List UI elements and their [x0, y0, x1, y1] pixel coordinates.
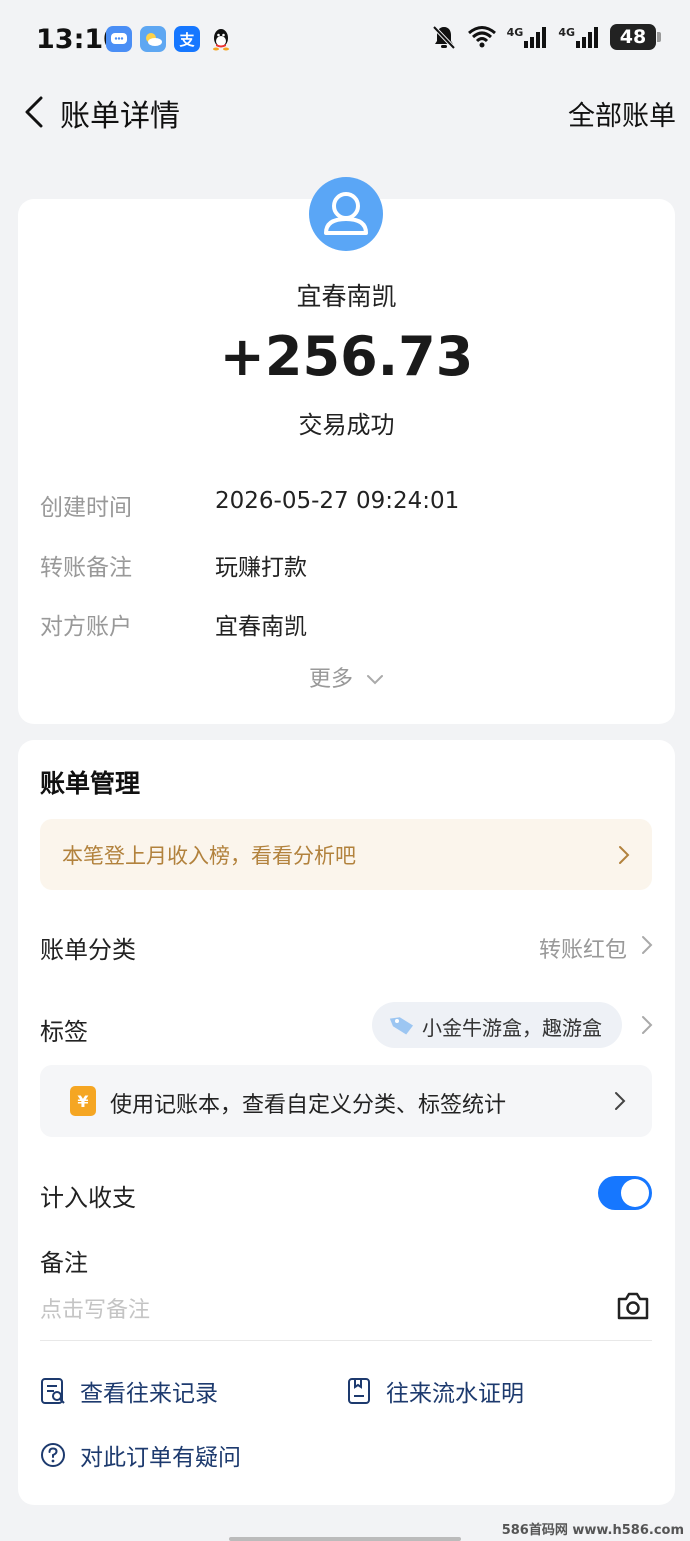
- notification-icons: 支: [106, 26, 234, 52]
- view-history-label: 查看往来记录: [80, 1381, 218, 1407]
- weather-icon: [140, 26, 166, 52]
- category-label: 账单分类: [40, 936, 136, 964]
- signal-bars-icon: [524, 27, 547, 48]
- chevron-right-icon: [642, 936, 653, 954]
- notebook-banner[interactable]: ¥ 使用记账本，查看自定义分类、标签统计: [40, 1065, 652, 1137]
- more-button[interactable]: 更多: [18, 661, 675, 693]
- merchant-name: 宜春南凯: [296, 282, 397, 311]
- flow-proof-label: 往来流水证明: [386, 1381, 524, 1407]
- note-label: 备注: [40, 1249, 88, 1277]
- back-button[interactable]: [14, 92, 54, 132]
- transaction-status: 交易成功: [298, 411, 395, 439]
- signal-2: 4G: [558, 26, 600, 48]
- category-row[interactable]: 账单分类 转账红包: [18, 920, 675, 970]
- order-question-label: 对此订单有疑问: [80, 1445, 241, 1471]
- view-history-link[interactable]: 查看往来记录: [40, 1374, 218, 1408]
- chevron-down-icon: [367, 675, 383, 685]
- promo-text: 本笔登上月收入榜，看看分析吧: [62, 844, 356, 868]
- flow-proof-link[interactable]: 往来流水证明: [346, 1374, 524, 1408]
- chevron-right-icon: [619, 846, 630, 864]
- avatar: [309, 177, 383, 251]
- signal-bars-icon: [576, 27, 598, 48]
- divider: [40, 1340, 652, 1341]
- tag-icon: [389, 1017, 414, 1035]
- watermark: 586首码网 www.h586.com: [501, 1523, 684, 1538]
- signal-1: 4G: [507, 26, 549, 48]
- battery-icon: 48: [610, 24, 661, 50]
- more-label: 更多: [308, 667, 353, 692]
- order-question-link[interactable]: 对此订单有疑问: [40, 1438, 241, 1472]
- network-type-label: 4G: [506, 26, 524, 39]
- page-title: 账单详情: [60, 99, 180, 134]
- mute-bell-icon: [432, 25, 456, 50]
- status-bar: 13:10 支 4G 4G 48: [0, 0, 690, 80]
- question-icon: [41, 1443, 65, 1467]
- detail-value: 玩赚打款: [215, 555, 307, 581]
- notebook-icon: ¥: [70, 1086, 96, 1116]
- network-type-label: 4G: [558, 26, 575, 39]
- chevron-right-icon: [615, 1092, 626, 1110]
- all-bills-link[interactable]: 全部账单: [568, 94, 676, 133]
- toggle-knob: [621, 1179, 649, 1207]
- document-icon: [348, 1378, 370, 1404]
- note-input[interactable]: 点击写备注: [40, 1292, 150, 1324]
- income-rank-banner[interactable]: 本笔登上月收入榜，看看分析吧: [40, 819, 652, 890]
- detail-label: 创建时间: [40, 495, 132, 521]
- detail-label: 对方账户: [40, 614, 132, 640]
- back-arrow-icon: [25, 96, 43, 128]
- tag-value: 小金牛游盒，趣游盒: [422, 1016, 602, 1040]
- alipay-icon: 支: [174, 26, 200, 52]
- tag-pill[interactable]: 小金牛游盒，趣游盒: [372, 1002, 622, 1048]
- records-icon: [41, 1378, 65, 1404]
- bill-management-card: 账单管理 本笔登上月收入榜，看看分析吧 账单分类 转账红包 标签 小金牛游盒，趣…: [18, 740, 675, 1505]
- wifi-icon: [467, 26, 496, 48]
- tag-label: 标签: [40, 1018, 88, 1046]
- count-in-budget-label: 计入收支: [40, 1184, 136, 1212]
- transaction-card: 宜春南凯 +256.73 交易成功 创建时间 2026-05-27 09:24:…: [18, 177, 675, 724]
- detail-label: 转账备注: [40, 555, 132, 581]
- camera-icon[interactable]: [616, 1291, 650, 1321]
- detail-value: 2026-05-27 09:24:01: [215, 488, 460, 514]
- chevron-right-icon: [642, 1016, 653, 1034]
- category-value: 转账红包: [538, 938, 627, 963]
- system-status-icons: 4G 4G 48: [431, 24, 661, 50]
- qq-icon: [208, 26, 234, 52]
- section-title: 账单管理: [40, 769, 141, 798]
- user-icon: [324, 192, 368, 235]
- nav-header: 账单详情 全部账单: [0, 80, 690, 144]
- transaction-amount: +256.73: [219, 325, 474, 388]
- message-icon: [106, 26, 132, 52]
- detail-value: 宜春南凯: [215, 614, 307, 640]
- home-indicator[interactable]: [229, 1537, 461, 1541]
- notebook-text: 使用记账本，查看自定义分类、标签统计: [110, 1093, 507, 1118]
- battery-level: 48: [619, 26, 647, 48]
- count-in-budget-toggle[interactable]: [598, 1176, 652, 1210]
